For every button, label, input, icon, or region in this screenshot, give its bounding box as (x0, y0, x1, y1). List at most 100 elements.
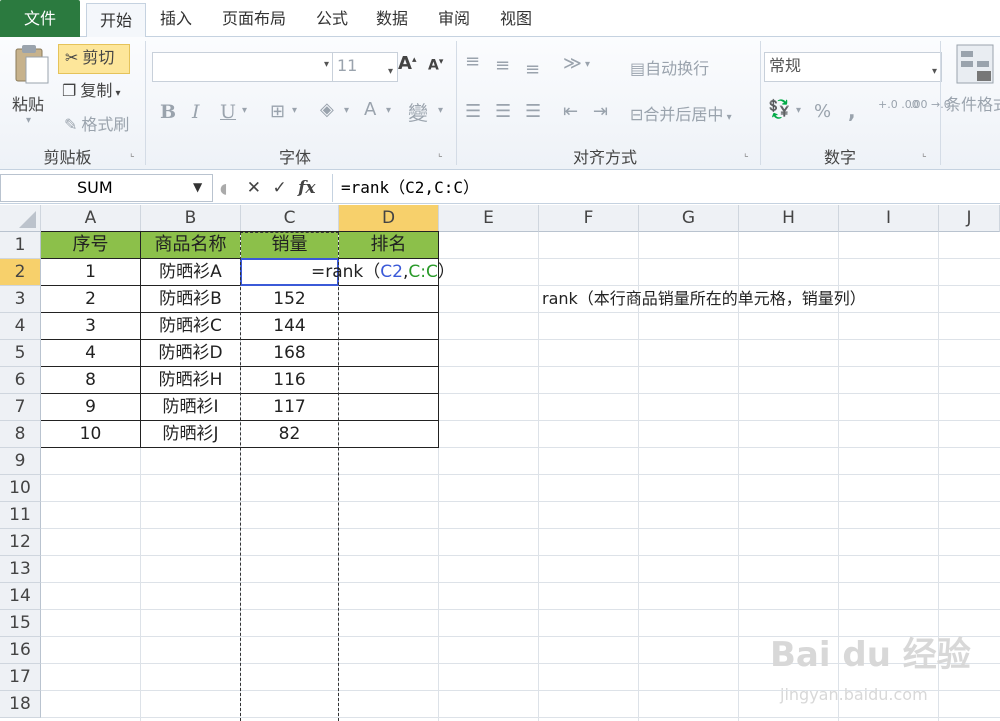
row-header[interactable]: 1 (0, 232, 41, 259)
row-header[interactable]: 18 (0, 691, 41, 718)
cell-header-seq[interactable]: 序号 (41, 232, 140, 258)
row-header[interactable]: 5 (0, 340, 41, 367)
table-cell[interactable]: 152 (241, 286, 338, 312)
row-header[interactable]: 13 (0, 556, 41, 583)
copy-button[interactable]: ❐ 复制 ▾ (62, 79, 121, 106)
column-header-d[interactable]: D (339, 205, 439, 232)
align-bottom-icon[interactable]: ≡ (525, 59, 540, 80)
tab-file[interactable]: 文件 (0, 0, 80, 37)
phonetic-icon[interactable]: 變 (408, 97, 428, 126)
column-header-b[interactable]: B (141, 205, 241, 232)
cell-header-product[interactable]: 商品名称 (141, 232, 240, 258)
row-header[interactable]: 17 (0, 664, 41, 691)
tab-view[interactable]: 视图 (490, 0, 542, 37)
row-header[interactable]: 4 (0, 313, 41, 340)
font-color-button[interactable]: A (364, 99, 376, 120)
tab-data[interactable]: 数据 (366, 0, 418, 37)
font-color-dropdown-icon[interactable]: ▾ (386, 105, 391, 116)
formula-input[interactable]: =rank（C2,C:C） (332, 174, 1000, 202)
table-cell[interactable]: 防晒衫A (141, 259, 240, 285)
column-header-i[interactable]: I (839, 205, 939, 232)
table-cell[interactable]: 防晒衫I (141, 394, 240, 420)
conditional-format-label[interactable]: 条件格式 (945, 91, 1000, 115)
table-cell[interactable]: 82 (241, 421, 338, 447)
table-cell[interactable]: 8 (41, 367, 140, 393)
table-cell[interactable]: 防晒衫J (141, 421, 240, 447)
increase-indent-icon[interactable]: ⇥ (593, 101, 608, 122)
number-format-select[interactable]: 常规 ▾ (764, 52, 942, 82)
grow-font-button[interactable]: A▴ (398, 53, 416, 74)
underline-dropdown-icon[interactable]: ▾ (242, 105, 247, 116)
row-header[interactable]: 16 (0, 637, 41, 664)
row-header[interactable]: 14 (0, 583, 41, 610)
font-launcher-icon[interactable]: ⌞ (438, 148, 443, 159)
row-header[interactable]: 10 (0, 475, 41, 502)
name-box[interactable]: SUM (0, 174, 213, 202)
name-box-dropdown-icon[interactable]: ▼ (193, 180, 202, 194)
paste-label[interactable]: 粘贴 (12, 91, 44, 115)
phonetic-dropdown-icon[interactable]: ▾ (438, 105, 443, 116)
tab-home[interactable]: 开始 (86, 3, 146, 39)
row-header[interactable]: 2 (0, 259, 41, 286)
insert-function-icon[interactable]: fx (298, 178, 315, 198)
table-cell[interactable]: 168 (241, 340, 338, 366)
table-cell[interactable]: 9 (41, 394, 140, 420)
align-top-icon[interactable]: ≡ (465, 51, 480, 72)
border-dropdown-icon[interactable]: ▾ (292, 105, 297, 116)
orientation-dropdown-icon[interactable]: ▾ (585, 59, 590, 70)
row-header[interactable]: 3 (0, 286, 41, 313)
decrease-indent-icon[interactable]: ⇤ (563, 101, 578, 122)
fill-dropdown-icon[interactable]: ▾ (344, 105, 349, 116)
bold-button[interactable]: B (160, 101, 176, 123)
conditional-format-icon[interactable] (955, 43, 995, 87)
row-header[interactable]: 12 (0, 529, 41, 556)
underline-button[interactable]: U (220, 101, 236, 123)
enter-icon[interactable]: ✓ (272, 178, 286, 198)
column-header-g[interactable]: G (639, 205, 739, 232)
table-cell[interactable]: 144 (241, 313, 338, 339)
table-cell[interactable]: 10 (41, 421, 140, 447)
table-cell[interactable]: 防晒衫D (141, 340, 240, 366)
currency-dropdown-icon[interactable]: ▾ (796, 105, 801, 116)
percent-button[interactable]: % (814, 101, 831, 122)
cell-header-sales[interactable]: 销量 (241, 232, 338, 258)
tab-formulas[interactable]: 公式 (306, 0, 358, 37)
align-middle-icon[interactable]: ≡ (495, 55, 510, 76)
decrease-decimal-button[interactable]: .00 →.0 (910, 99, 951, 111)
wrap-text-button[interactable]: ▤自动换行 (630, 55, 709, 79)
column-header-f[interactable]: F (539, 205, 639, 232)
row-header[interactable]: 11 (0, 502, 41, 529)
table-cell[interactable]: 117 (241, 394, 338, 420)
font-name-select[interactable]: ▾ (152, 52, 334, 82)
column-header-j[interactable]: J (939, 205, 1000, 232)
currency-icon[interactable]: 💱 (768, 99, 790, 120)
format-painter-button[interactable]: ✎ 格式刷 (64, 113, 129, 137)
border-icon[interactable]: ⊞ (270, 101, 285, 122)
comma-button[interactable]: , (848, 99, 856, 123)
table-cell[interactable]: 2 (41, 286, 140, 312)
table-cell[interactable]: 3 (41, 313, 140, 339)
italic-button[interactable]: I (192, 101, 200, 123)
column-header-e[interactable]: E (439, 205, 539, 232)
column-header-a[interactable]: A (41, 205, 141, 232)
column-header-h[interactable]: H (739, 205, 839, 232)
tab-review[interactable]: 审阅 (428, 0, 480, 37)
table-cell[interactable]: 116 (241, 367, 338, 393)
increase-decimal-button[interactable]: +.0 .00 (878, 99, 919, 111)
select-all-corner[interactable] (0, 205, 41, 232)
cell-d2-editor[interactable]: =rank（C2,C:C） (311, 259, 461, 285)
tab-insert[interactable]: 插入 (150, 0, 202, 37)
align-left-icon[interactable]: ☰ (465, 101, 481, 122)
paste-icon[interactable] (12, 43, 52, 84)
row-header[interactable]: 15 (0, 610, 41, 637)
cut-button[interactable]: ✂ 剪切 (58, 44, 130, 74)
cancel-icon[interactable]: ✕ (247, 178, 261, 198)
fill-color-icon[interactable]: ◈ (320, 99, 334, 120)
table-cell[interactable]: 防晒衫C (141, 313, 240, 339)
tab-page-layout[interactable]: 页面布局 (210, 0, 298, 37)
row-header[interactable]: 7 (0, 394, 41, 421)
orientation-icon[interactable]: ≫ (563, 53, 582, 74)
shrink-font-button[interactable]: A▾ (428, 57, 443, 74)
number-launcher-icon[interactable]: ⌞ (922, 148, 927, 159)
alignment-launcher-icon[interactable]: ⌞ (744, 148, 749, 159)
